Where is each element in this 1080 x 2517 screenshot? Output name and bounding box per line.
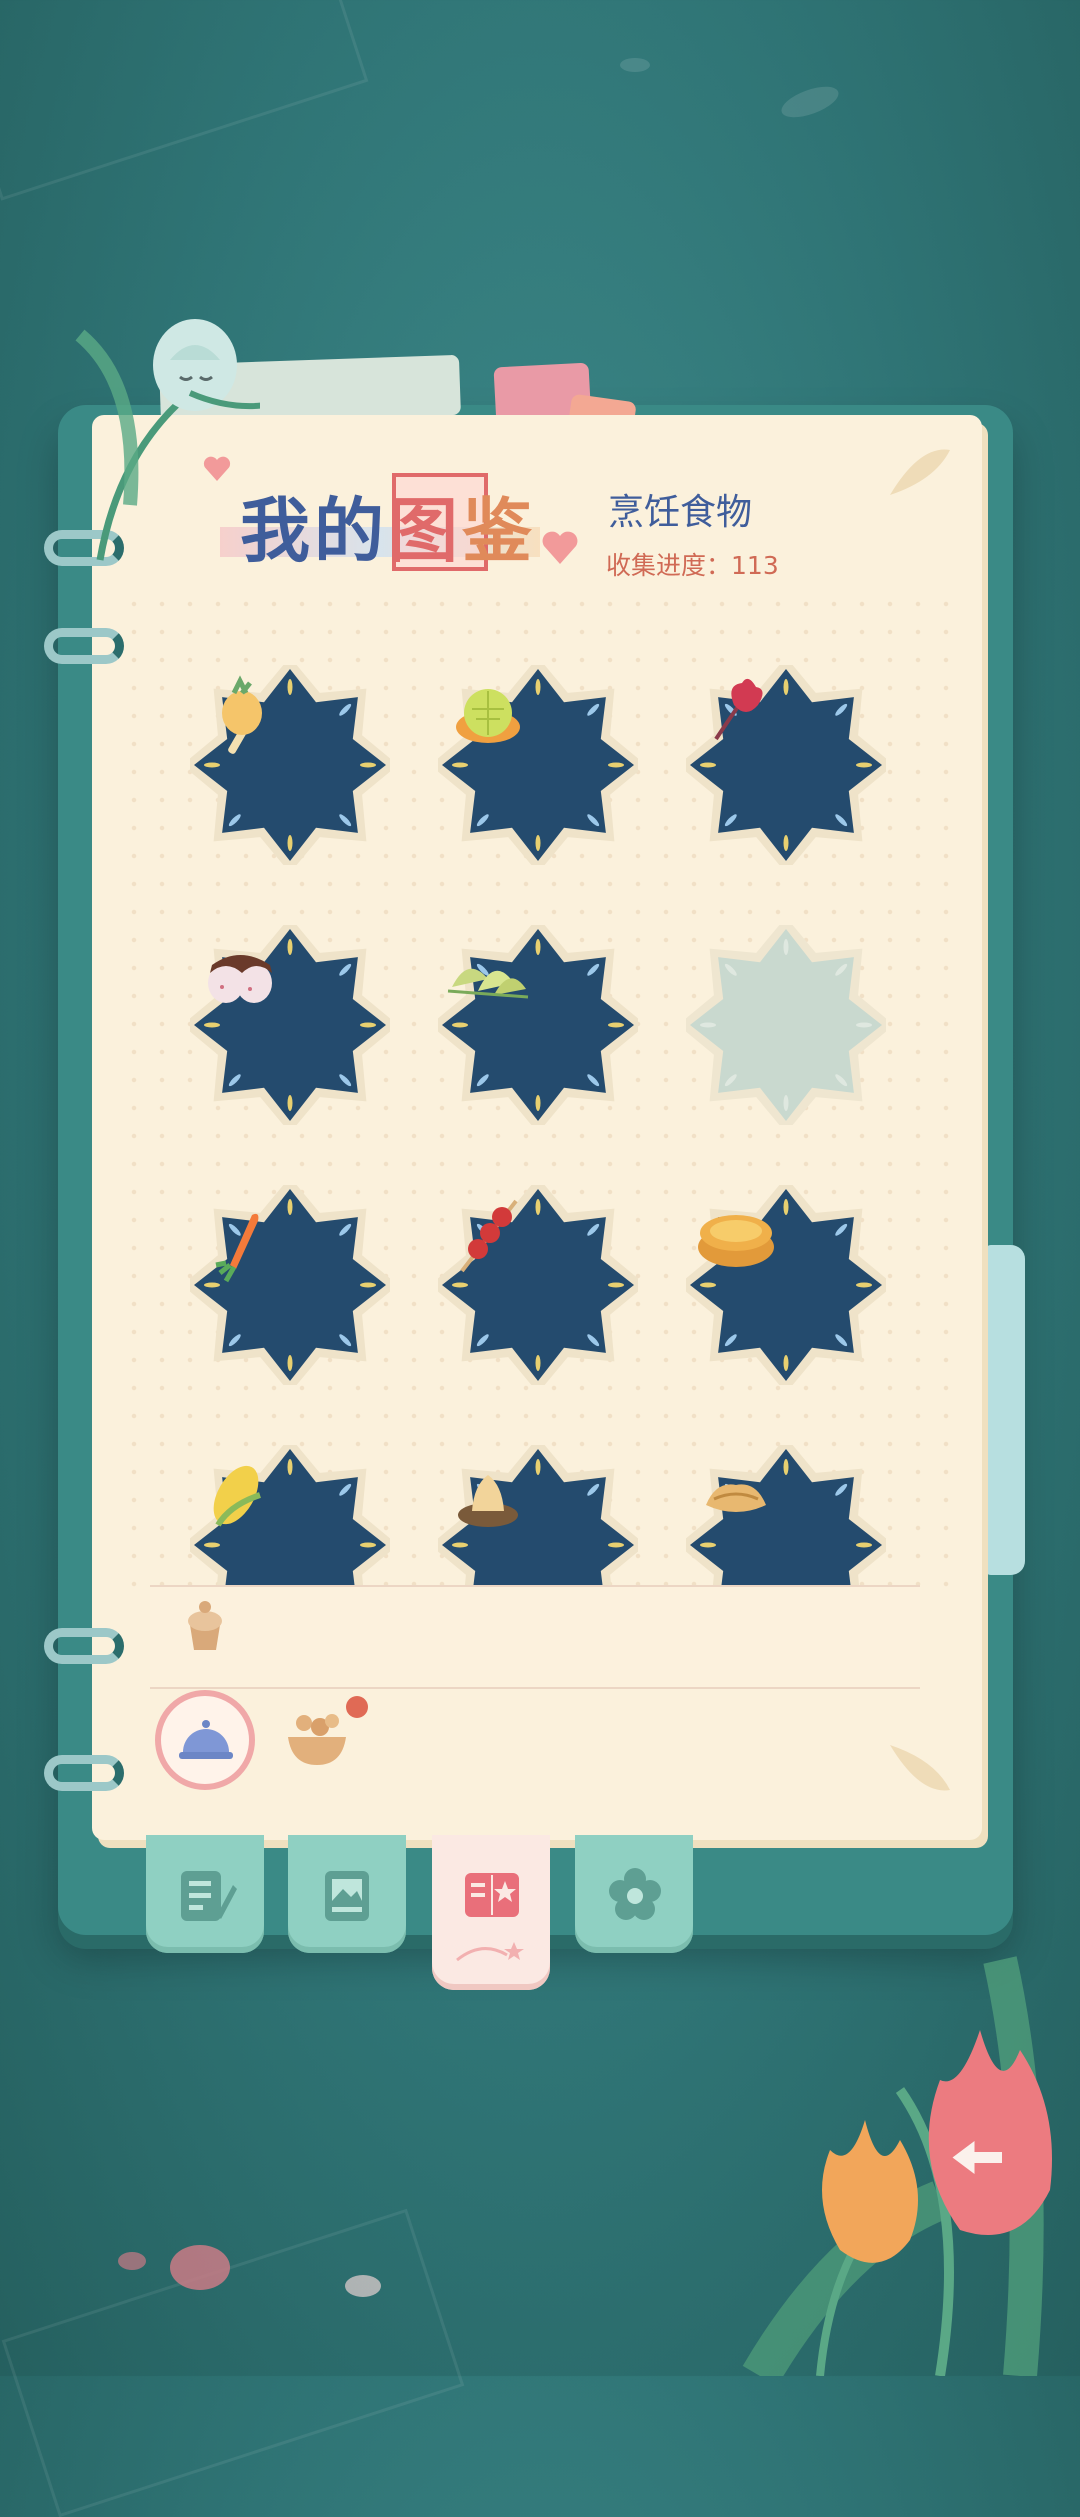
- collection-slot-locked-slot[interactable]: [686, 925, 886, 1125]
- dumplings-icon: [447, 968, 529, 999]
- page-title: 我的图鉴: [240, 489, 536, 572]
- progress-label: 收集进度：: [606, 551, 732, 580]
- binder-ring: [44, 1755, 124, 1791]
- title-block: 我的图鉴: [180, 455, 600, 595]
- garlic-icon: [458, 1475, 518, 1527]
- background-frame-decoration: [0, 0, 369, 201]
- bread-icon: [706, 1484, 766, 1512]
- collection-slot-egg-tart[interactable]: [686, 1185, 886, 1385]
- collection-book-icon: [465, 1873, 519, 1917]
- collection-slot-candied-hawthorn-skewer[interactable]: [438, 1185, 638, 1385]
- egg-tart-icon: [698, 1215, 774, 1267]
- tab-garden[interactable]: [575, 1835, 693, 1953]
- category-button-cloche[interactable]: [155, 1690, 255, 1790]
- binder-ring: [44, 1628, 124, 1664]
- tab-photo-album[interactable]: [288, 1835, 406, 1953]
- collection-slot-garlic-dish[interactable]: [438, 1445, 638, 1595]
- tab-notes[interactable]: [146, 1835, 264, 1953]
- food-bowl-icon[interactable]: [282, 1705, 352, 1771]
- red-flower-icon: [714, 678, 763, 741]
- side-tab-decoration: [985, 1245, 1025, 1575]
- slot-frame: [686, 925, 886, 1125]
- background-frame-decoration: [1, 2208, 465, 2517]
- cloche-icon: [179, 1720, 233, 1759]
- flower-icon: [609, 1868, 661, 1920]
- carrot-icon: [215, 1213, 259, 1283]
- collection-slot-melon-tart[interactable]: [438, 665, 638, 865]
- photo-album-icon: [325, 1871, 369, 1921]
- category-panel: [150, 1585, 920, 1689]
- corner-leaf-decoration: [890, 1745, 950, 1791]
- collection-slot-chocolate-strawberry[interactable]: [190, 925, 390, 1125]
- pineapple-popsicle-icon: [222, 675, 262, 754]
- skewer-icon: [460, 1199, 518, 1273]
- pebble-decoration: [170, 2245, 230, 2290]
- sparkle-trail-icon: [456, 1942, 524, 1962]
- notes-icon: [181, 1871, 237, 1921]
- collection-slot-bread-dish[interactable]: [686, 1445, 886, 1595]
- cupcake-icon[interactable]: [180, 1595, 230, 1655]
- melon-tart-icon: [456, 689, 520, 743]
- collection-progress: 收集进度：113: [606, 546, 779, 582]
- corner-leaf-decoration: [890, 449, 950, 495]
- heart-icon: [203, 456, 231, 481]
- progress-value: 113: [731, 551, 779, 580]
- pebble-decoration: [345, 2275, 381, 2297]
- tab-collection[interactable]: [432, 1835, 550, 1990]
- collection-slot-corn[interactable]: [190, 1445, 390, 1595]
- collection-slot-red-flower-dish[interactable]: [686, 665, 886, 865]
- collection-slot-pineapple-popsicle[interactable]: [190, 665, 390, 865]
- food-grid: [100, 620, 980, 1595]
- background-leaf-decoration: [777, 80, 843, 124]
- heart-icon: [542, 531, 578, 564]
- background-leaf-decoration: [620, 58, 650, 72]
- collection-slot-dumplings[interactable]: [438, 925, 638, 1125]
- notification-dot: [346, 1696, 368, 1718]
- collection-slot-carrot[interactable]: [190, 1185, 390, 1385]
- chocolate-strawberry-icon: [208, 955, 272, 1003]
- corn-icon: [213, 1465, 261, 1527]
- category-title: 烹饪食物: [608, 492, 753, 533]
- pebble-decoration: [118, 2252, 146, 2270]
- back-arrow-button[interactable]: [920, 2130, 1040, 2240]
